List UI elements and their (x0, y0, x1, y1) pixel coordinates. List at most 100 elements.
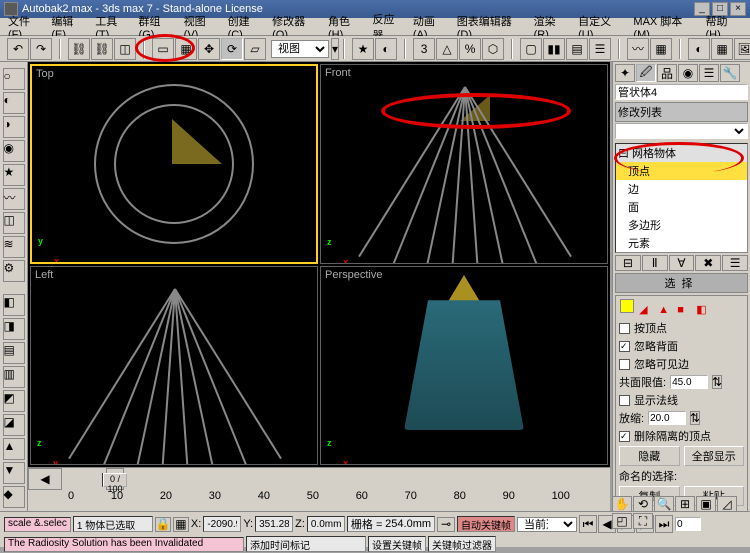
modifier-list-dropdown[interactable] (615, 123, 748, 139)
keymode-dropdown[interactable]: 当前选择 (517, 517, 577, 532)
pivot-button[interactable]: ▾ (331, 38, 339, 60)
viewport-perspective[interactable]: Perspective zxy (320, 266, 608, 466)
remove-mod-button[interactable]: ✖ (695, 255, 721, 271)
show-normals-checkbox[interactable] (619, 395, 630, 406)
display-tab-icon[interactable]: ☰ (699, 64, 719, 82)
tab-objects-icon[interactable]: ○ (3, 68, 25, 90)
tab-shapes-icon[interactable]: ◐ (3, 92, 25, 114)
schematic-button[interactable]: ▦ (650, 38, 672, 60)
material-button[interactable]: ◐ (688, 38, 710, 60)
array-icon[interactable]: ◨ (3, 318, 25, 340)
bind-button[interactable]: ◫ (114, 38, 136, 60)
viewport-top[interactable]: Top yx (30, 64, 318, 264)
poly-level-icon[interactable]: ■ (677, 304, 691, 318)
face-level-icon[interactable]: ▲ (658, 304, 672, 318)
tab-helpers-icon[interactable]: ★ (3, 164, 25, 186)
planar-spinner[interactable] (670, 375, 708, 389)
misc1-icon[interactable]: ▤ (3, 342, 25, 364)
stack-editable-mesh[interactable]: 曰 网格物体 (616, 144, 747, 162)
modify-tab-icon[interactable]: 🖉 (636, 64, 656, 82)
psnap-button[interactable]: % (459, 38, 481, 60)
time-slider[interactable]: 0 / 100 (102, 473, 104, 487)
timeline-prev-button[interactable]: ◀ (28, 468, 62, 490)
time-thumb[interactable]: 0 / 100 (103, 473, 127, 487)
unhideall-button[interactable]: 全部显示 (684, 446, 745, 466)
stack-vertex[interactable]: 顶点 (616, 162, 747, 180)
del-iso-checkbox[interactable] (619, 431, 630, 442)
layer-button[interactable]: ☰ (589, 38, 611, 60)
misc6-icon[interactable]: ▼ (3, 462, 25, 484)
misc4-icon[interactable]: ◪ (3, 414, 25, 436)
autokey-button[interactable]: 自动关键帧 (457, 516, 515, 532)
misc5-icon[interactable]: ▲ (3, 438, 25, 460)
spinner-arrows-icon[interactable]: ⇅ (690, 411, 700, 425)
create-tab-icon[interactable]: ✦ (615, 64, 635, 82)
ignore-visible-checkbox[interactable] (619, 359, 630, 370)
tab-lights-icon[interactable]: ◑ (3, 116, 25, 138)
goto-start-button[interactable]: ⏮ (579, 515, 597, 533)
ref-coord-dropdown[interactable]: 视图 (271, 40, 329, 58)
link-button[interactable]: ⛓ (68, 38, 90, 60)
lock-icon[interactable]: 🔒 (155, 517, 171, 532)
maxscript-mini[interactable]: scale &.selec (4, 517, 71, 532)
select-name-button[interactable]: ▦ (175, 38, 197, 60)
tab-cameras-icon[interactable]: ◉ (3, 140, 25, 162)
undo-button[interactable]: ↶ (7, 38, 29, 60)
z-field[interactable] (307, 516, 345, 532)
tab-systems-icon[interactable]: ◫ (3, 212, 25, 234)
spinner-arrows-icon[interactable]: ⇅ (712, 375, 722, 389)
rollout-selection-header[interactable]: 选择 (615, 273, 748, 293)
motion-tab-icon[interactable]: ◉ (678, 64, 698, 82)
misc7-icon[interactable]: ◆ (3, 486, 25, 508)
config-button[interactable]: ☰ (722, 255, 748, 271)
curve-editor-button[interactable]: 〰 (627, 38, 649, 60)
region-icon[interactable]: ◧ (3, 294, 25, 316)
setkey-button[interactable]: 设置关键帧 (368, 536, 426, 552)
stack-edge[interactable]: 边 (616, 180, 747, 198)
pin-stack-button[interactable]: ⊟ (615, 255, 641, 271)
arc-rotate-icon[interactable]: ⟲ (633, 496, 653, 512)
abs-icon[interactable]: ▦ (173, 517, 189, 532)
scale-spinner[interactable] (648, 411, 686, 425)
quick-render-button[interactable]: 🖼 (734, 38, 750, 60)
by-vertex-checkbox[interactable] (619, 323, 630, 334)
unique-button[interactable]: ∀ (669, 255, 695, 271)
viewport-left[interactable]: Left zy (30, 266, 318, 466)
stack-face[interactable]: 面 (616, 198, 747, 216)
hide-button[interactable]: 隐藏 (619, 446, 680, 466)
zoom-ext-icon[interactable]: ▣ (696, 496, 716, 512)
x-field[interactable] (203, 516, 241, 532)
mirror-button[interactable]: ▮▮ (543, 38, 565, 60)
y-field[interactable] (255, 516, 293, 532)
ignore-backface-checkbox[interactable] (619, 341, 630, 352)
scale-button[interactable]: ▱ (244, 38, 266, 60)
utilities-tab-icon[interactable]: 🔧 (720, 64, 740, 82)
tab-util-icon[interactable]: ⚙ (3, 260, 25, 282)
keyfilter-button[interactable]: 关键帧过滤器 (428, 536, 496, 552)
stack-polygon[interactable]: 多边形 (616, 216, 747, 234)
element-level-icon[interactable]: ◧ (696, 303, 710, 317)
viewport-front[interactable]: Front zx (320, 64, 608, 264)
snap-button[interactable]: 3 (413, 38, 435, 60)
fov-icon[interactable]: ◿ (717, 496, 737, 512)
spinner-snap-button[interactable]: ⬡ (482, 38, 504, 60)
misc3-icon[interactable]: ◩ (3, 390, 25, 412)
misc2-icon[interactable]: ▥ (3, 366, 25, 388)
tab-db-icon[interactable]: ≋ (3, 236, 25, 258)
tab-space-icon[interactable]: 〰 (3, 188, 25, 210)
unlink-button[interactable]: ⛓ (91, 38, 113, 60)
vertex-level-icon[interactable] (620, 299, 634, 313)
pan-icon[interactable]: ✋ (612, 496, 632, 512)
render-scene-button[interactable]: ▦ (711, 38, 733, 60)
stack-element[interactable]: 元素 (616, 234, 747, 252)
hierarchy-tab-icon[interactable]: 品 (657, 64, 677, 82)
region-zoom-icon[interactable]: ◰ (612, 513, 632, 529)
show-end-button[interactable]: Ⅱ (642, 255, 668, 271)
named-sel-button[interactable]: ▢ (520, 38, 542, 60)
key-icon[interactable]: ⊸ (437, 517, 455, 532)
zoom-all-icon[interactable]: ⊞ (675, 496, 695, 512)
zoom-icon[interactable]: 🔍 (654, 496, 674, 512)
redo-button[interactable]: ↷ (30, 38, 52, 60)
modifier-stack[interactable]: 曰 网格物体 顶点 边 面 多边形 元素 (615, 143, 748, 253)
manip-button[interactable]: ★ (352, 38, 374, 60)
